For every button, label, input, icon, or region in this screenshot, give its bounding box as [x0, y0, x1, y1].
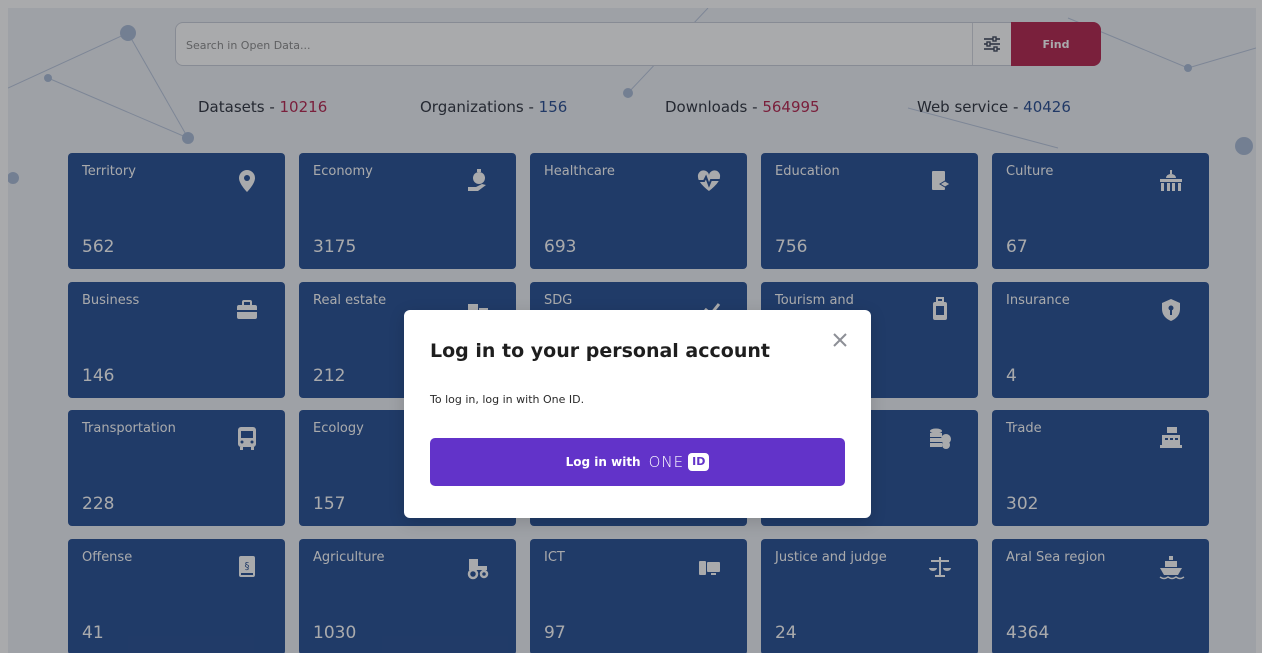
modal-title: Log in to your personal account [430, 340, 770, 362]
modal-text: To log in, log in with One ID. [430, 393, 585, 406]
login-modal: Log in to your personal account To log i… [404, 310, 871, 518]
login-button-label: Log in with [565, 455, 641, 469]
oneid-logo-badge: ID [688, 453, 710, 471]
oneid-logo-text: ONE [648, 453, 685, 471]
login-oneid-button[interactable]: Log in with ONE ID [430, 438, 845, 486]
close-icon[interactable] [830, 330, 850, 350]
